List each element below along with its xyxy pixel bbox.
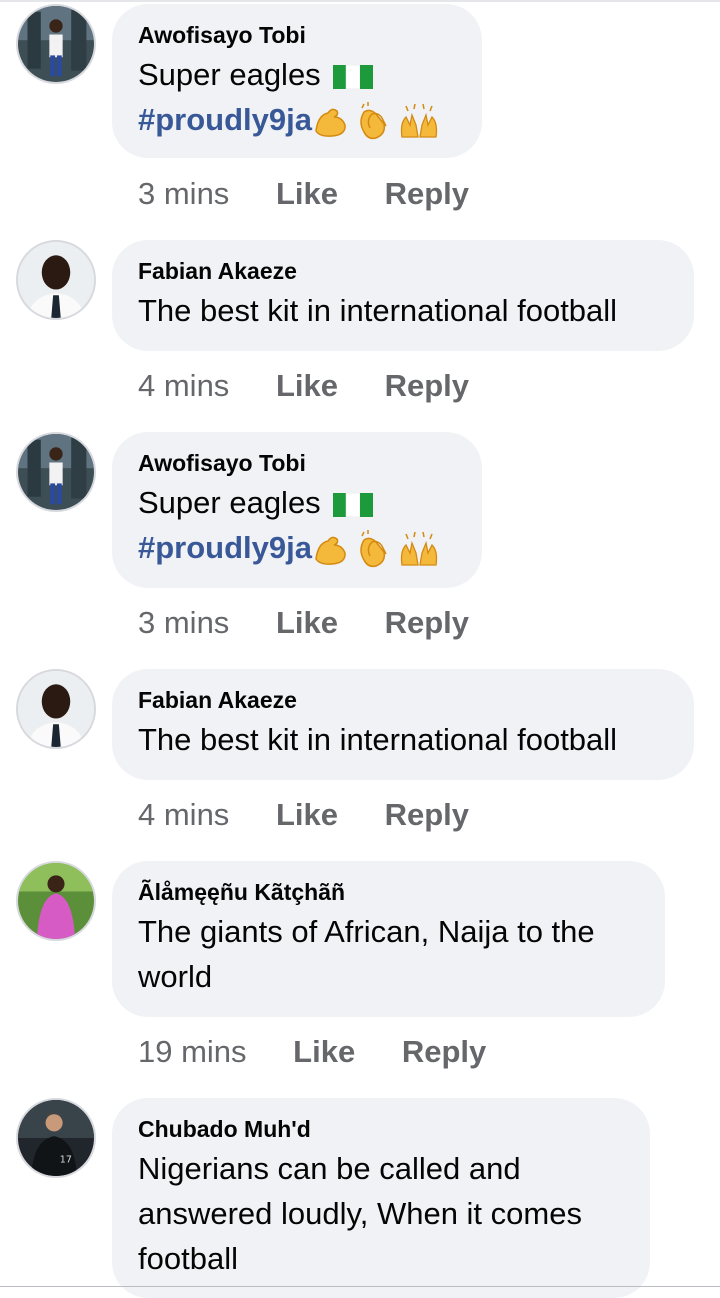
svg-text:17: 17 xyxy=(60,1155,72,1166)
comment-actions: 4 mins Like Reply xyxy=(138,795,469,835)
reply-button[interactable]: Reply xyxy=(385,605,469,640)
comment-bubble: Fabian Akaeze The best kit in internatio… xyxy=(112,240,694,351)
flexed-biceps-icon xyxy=(312,103,350,141)
comment-author[interactable]: Ãlåmęęñu Kãtçhãñ xyxy=(138,877,639,907)
hashtag-link[interactable]: #proudly9ja xyxy=(138,530,312,565)
comment-bubble: Awofisayo Tobi Super eagles #proudly9ja xyxy=(112,432,482,588)
top-divider xyxy=(0,0,720,2)
comment-text: The best kit in international football xyxy=(138,722,618,757)
avatar[interactable] xyxy=(16,861,96,941)
avatar[interactable]: 17 xyxy=(16,1098,96,1178)
like-button[interactable]: Like xyxy=(293,1034,355,1069)
comment-actions: 3 mins Like Reply xyxy=(138,174,469,214)
comment-text: The giants of African, Naija to the worl… xyxy=(138,914,595,994)
comment-author[interactable]: Awofisayo Tobi xyxy=(138,20,456,50)
comment-time[interactable]: 3 mins xyxy=(138,605,229,640)
comment-bubble: Ãlåmęęñu Kãtçhãñ The giants of African, … xyxy=(112,861,665,1017)
comment-actions: 3 mins Like Reply xyxy=(138,603,469,643)
comment-text-body: Super eagles xyxy=(138,57,321,92)
reply-button[interactable]: Reply xyxy=(385,368,469,403)
nigeria-flag-icon xyxy=(333,64,374,89)
comment-author[interactable]: Awofisayo Tobi xyxy=(138,448,456,478)
avatar[interactable] xyxy=(16,669,96,749)
like-button[interactable]: Like xyxy=(276,605,338,640)
like-button[interactable]: Like xyxy=(276,176,338,211)
clapping-hands-icon xyxy=(354,529,394,570)
comment-author[interactable]: Fabian Akaeze xyxy=(138,256,668,286)
comment-text-body: Super eagles xyxy=(138,485,321,520)
like-button[interactable]: Like xyxy=(276,368,338,403)
raising-hands-icon xyxy=(398,103,440,141)
comment-bubble: Fabian Akaeze The best kit in internatio… xyxy=(112,669,694,780)
reply-button[interactable]: Reply xyxy=(385,176,469,211)
like-button[interactable]: Like xyxy=(276,797,338,832)
raising-hands-icon xyxy=(398,531,440,569)
comment-author[interactable]: Fabian Akaeze xyxy=(138,685,668,715)
comment-actions: 4 mins Like Reply xyxy=(138,366,469,406)
bottom-divider xyxy=(0,1286,720,1287)
clapping-hands-icon xyxy=(354,101,394,142)
comment-author[interactable]: Chubado Muh'd xyxy=(138,1114,624,1144)
avatar[interactable] xyxy=(16,240,96,320)
avatar[interactable] xyxy=(16,432,96,512)
comment-text: Super eagles #proudly9ja xyxy=(138,52,456,142)
comment-time[interactable]: 19 mins xyxy=(138,1034,247,1069)
reply-button[interactable]: Reply xyxy=(402,1034,486,1069)
comment-actions: 19 mins Like Reply xyxy=(138,1032,486,1072)
comment-text: Super eagles #proudly9ja xyxy=(138,480,456,570)
comment-bubble: Chubado Muh'd Nigerians can be called an… xyxy=(112,1098,650,1298)
comment-bubble: Awofisayo Tobi Super eagles #proudly9ja xyxy=(112,4,482,158)
reply-button[interactable]: Reply xyxy=(385,797,469,832)
avatar[interactable] xyxy=(16,4,96,84)
comment-time[interactable]: 4 mins xyxy=(138,368,229,403)
comment-time[interactable]: 4 mins xyxy=(138,797,229,832)
comment-text: Nigerians can be called and answered lou… xyxy=(138,1151,582,1276)
flexed-biceps-icon xyxy=(312,531,350,569)
nigeria-flag-icon xyxy=(333,492,374,517)
comment-text: The best kit in international football xyxy=(138,293,618,328)
hashtag-link[interactable]: #proudly9ja xyxy=(138,102,312,137)
comment-time[interactable]: 3 mins xyxy=(138,176,229,211)
